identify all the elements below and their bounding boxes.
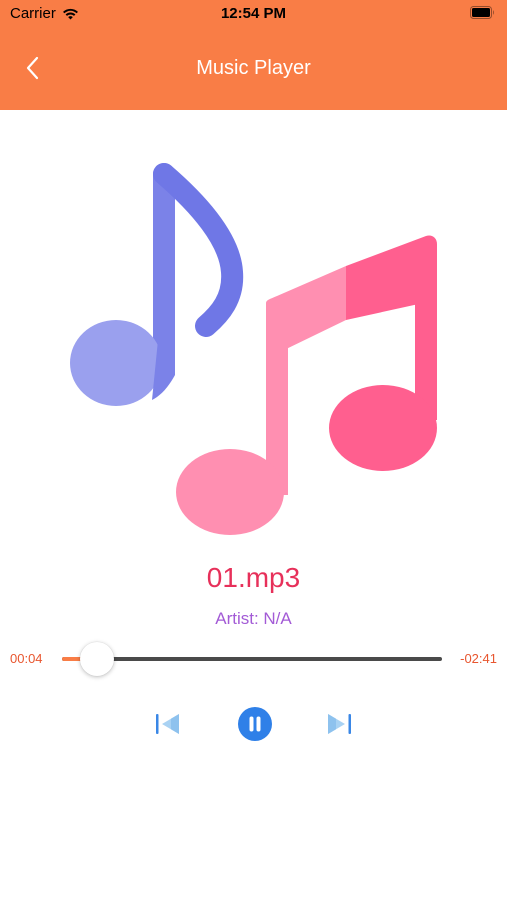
right-note-head-right — [329, 385, 437, 471]
page-title: Music Player — [196, 57, 311, 79]
status-time: 12:54 PM — [220, 5, 287, 22]
slider-track — [62, 657, 442, 661]
pause-icon — [238, 707, 272, 741]
music-notes-icon — [70, 163, 437, 535]
previous-track-button[interactable] — [151, 706, 187, 742]
nav-bar: Music Player — [0, 44, 507, 94]
right-note-head-left — [176, 449, 284, 535]
battery-icon — [470, 6, 494, 19]
status-bar: Carrier 12:54 PM — [0, 0, 507, 28]
next-track-button[interactable] — [320, 706, 356, 742]
remaining-time: -02:41 — [460, 651, 497, 666]
slider-thumb[interactable] — [80, 642, 115, 676]
header: Carrier 12:54 PM Music Player — [0, 0, 507, 110]
elapsed-time: 00:04 — [10, 651, 43, 666]
left-note-head — [70, 320, 162, 406]
artist-label: Artist: N/A — [215, 609, 292, 628]
track-title: 01.mp3 — [206, 562, 301, 593]
playback-controls — [0, 702, 507, 746]
pause-button[interactable] — [235, 704, 275, 744]
skip-next-icon — [328, 714, 351, 734]
progress-slider[interactable] — [62, 640, 442, 678]
skip-previous-icon — [156, 714, 179, 734]
